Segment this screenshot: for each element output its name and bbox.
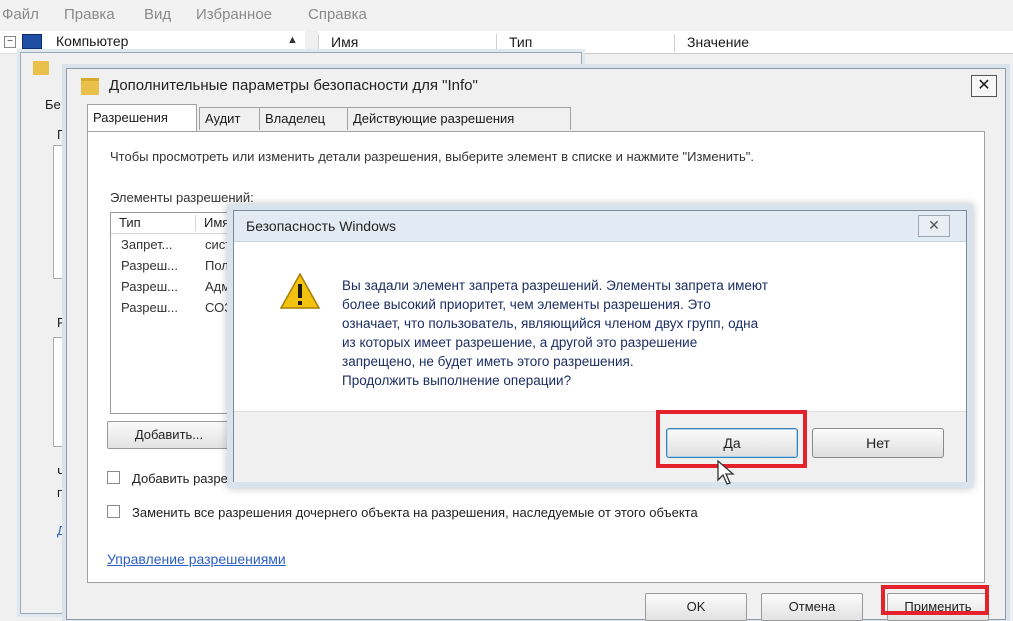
row-name: сист [205, 237, 232, 252]
replace-checkbox-label: Заменить все разрешения дочернего объект… [132, 505, 698, 520]
tab-audit[interactable]: Аудит [199, 107, 261, 130]
inherit-checkbox[interactable] [107, 471, 120, 484]
mouse-cursor-icon [717, 460, 735, 485]
label-fragment: Р [57, 315, 66, 330]
column-type[interactable]: Тип [496, 34, 532, 52]
table-row[interactable]: Разреш... Пол [121, 258, 229, 273]
label-fragment: Ч [57, 465, 66, 480]
folder-icon [33, 61, 49, 75]
security-tab-fragment[interactable]: Бе [45, 97, 61, 112]
row-type: Разреш... [121, 258, 179, 273]
no-button[interactable]: Нет [812, 428, 944, 458]
menu-favorites[interactable]: Избранное [196, 6, 272, 23]
menu-help[interactable]: Справка [308, 6, 367, 23]
dialog-title: Дополнительные параметры безопасности дл… [109, 77, 478, 94]
close-button[interactable]: ✕ [918, 215, 950, 237]
permission-entries-label: Элементы разрешений: [110, 190, 254, 205]
folder-icon [81, 78, 99, 95]
apply-highlight-frame [881, 585, 989, 615]
tab-owner[interactable]: Владелец [259, 107, 349, 130]
message-line: Продолжить выполнение операции? [342, 373, 572, 388]
row-type: Запрет... [121, 237, 173, 252]
row-name: СОЗ [205, 300, 233, 315]
column-type[interactable]: Тип [111, 215, 196, 231]
table-row[interactable]: Разреш... Адм [121, 279, 230, 294]
menu-bar: Файл Правка Вид Избранное Справка [0, 0, 1013, 30]
tab-permissions[interactable]: Разрешения [87, 104, 197, 131]
menu-edit[interactable]: Правка [64, 6, 115, 23]
windows-security-message-box: Безопасность Windows ✕ Вы задали элемент… [233, 210, 967, 482]
tree-root-label: Компьютер [56, 33, 129, 49]
ok-button[interactable]: OK [645, 593, 747, 621]
collapse-icon[interactable]: − [4, 36, 16, 48]
scroll-up-arrow-icon[interactable]: ▲ [287, 34, 298, 46]
message-text: Вы задали элемент запрета разрешений. Эл… [342, 276, 768, 390]
manage-permissions-link[interactable]: Управление разрешениями [107, 551, 286, 567]
label-fragment: Г [57, 127, 65, 142]
column-name[interactable]: Имя [318, 34, 358, 52]
table-row[interactable]: Разреш... СОЗ [121, 300, 232, 315]
tab-effective-permissions[interactable]: Действующие разрешения [347, 107, 571, 130]
message-line: Вы задали элемент запрета разрешений. Эл… [342, 278, 768, 293]
warning-icon [280, 273, 320, 309]
row-type: Разреш... [121, 279, 179, 294]
label-fragment: п [57, 485, 65, 500]
replace-checkbox-row[interactable]: Заменить все разрешения дочернего объект… [107, 505, 698, 520]
row-name: Пол [205, 258, 229, 273]
message-box-titlebar[interactable]: Безопасность Windows ✕ [234, 211, 966, 242]
close-button[interactable]: ✕ [971, 75, 997, 97]
message-line: из которых имеет разрешение, а другой эт… [342, 335, 698, 350]
dialog-titlebar[interactable]: Дополнительные параметры безопасности дл… [67, 69, 1005, 103]
row-type: Разреш... [121, 300, 179, 315]
column-value[interactable]: Значение [674, 34, 749, 52]
replace-checkbox[interactable] [107, 505, 120, 518]
message-line: запрещено, не будет иметь этого разрешен… [342, 354, 634, 369]
add-button[interactable]: Добавить... [107, 421, 231, 449]
computer-icon [22, 34, 42, 49]
row-name: Адм [205, 279, 231, 294]
menu-file[interactable]: Файл [2, 6, 39, 23]
cancel-button[interactable]: Отмена [761, 593, 863, 621]
link-fragment[interactable]: Д [57, 523, 66, 538]
registry-list-header: Имя Тип Значение [318, 31, 1013, 54]
message-line: более высокий приоритет, чем элементы ра… [342, 297, 711, 312]
instruction-text: Чтобы просмотреть или изменить детали ра… [110, 149, 754, 164]
table-row[interactable]: Запрет... сист [121, 237, 231, 252]
registry-tree-root[interactable]: − Компьютер ▲ [0, 31, 305, 54]
message-box-title: Безопасность Windows [246, 218, 396, 234]
message-line: означает, что пользователь, являющийся ч… [342, 316, 759, 331]
menu-view[interactable]: Вид [144, 6, 171, 23]
message-box-footer: Да Нет [234, 411, 966, 482]
